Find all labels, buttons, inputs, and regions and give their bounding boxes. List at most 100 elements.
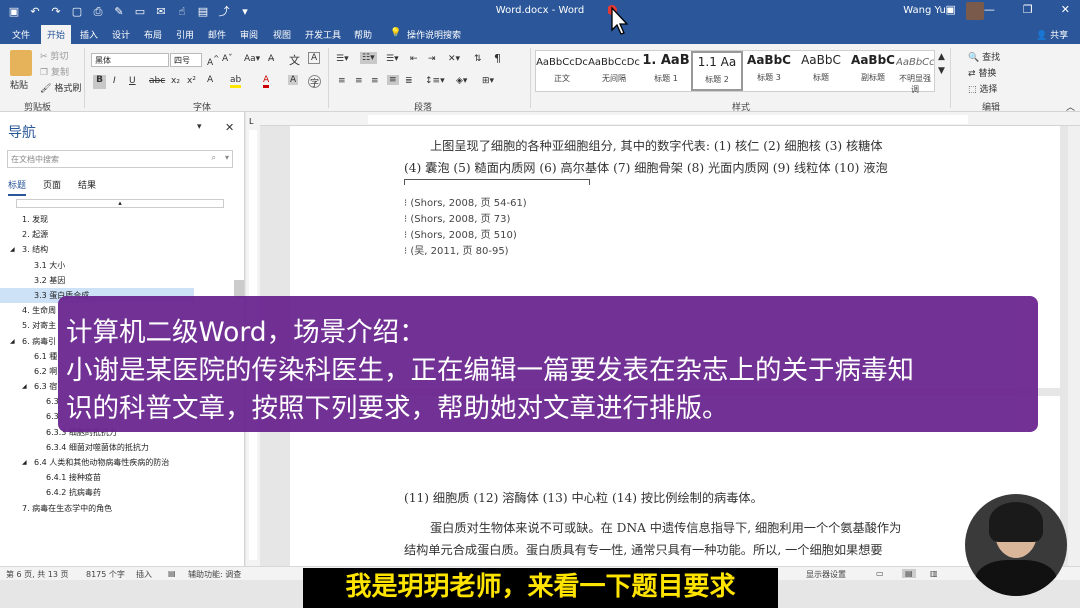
nav-heading-item[interactable]: 2. 起源: [0, 227, 240, 242]
style-heading-2[interactable]: 1.1 Aa 标题 2: [691, 51, 743, 91]
multilevel-list-icon[interactable]: ☰▾: [386, 54, 399, 64]
nav-heading-item[interactable]: 7. 病毒在生态学中的角色: [0, 501, 240, 516]
citation[interactable]: ⁝ (Shors, 2008, 页 54-61): [404, 194, 527, 209]
tab-design[interactable]: 设计: [112, 28, 130, 41]
nav-tab-pages[interactable]: 页面: [43, 178, 61, 196]
font-color-icon[interactable]: A: [263, 75, 270, 88]
line-spacing-icon[interactable]: ↕≡▾: [425, 76, 445, 86]
print-layout-icon[interactable]: ▤: [902, 569, 916, 578]
styles-scroll-down-icon[interactable]: ▼: [938, 66, 945, 76]
font-size-select[interactable]: 四号: [170, 53, 202, 67]
expand-toggle-icon[interactable]: ◢: [10, 334, 15, 349]
strikethrough-button[interactable]: abc: [149, 76, 165, 86]
nav-heading-item[interactable]: 6.4.1 接种疫苗: [0, 470, 240, 485]
borders-icon[interactable]: ⊞▾: [482, 76, 494, 86]
cut-button[interactable]: ✂ 剪切: [40, 49, 68, 62]
close-icon[interactable]: ✕: [1061, 3, 1070, 16]
replace-button[interactable]: ⇄ 替换: [968, 66, 996, 79]
search-icon[interactable]: ⌕: [212, 153, 216, 163]
accessibility-status[interactable]: 辅助功能: 调查: [188, 569, 241, 580]
insert-mode[interactable]: 插入: [136, 569, 152, 580]
style-no-spacing[interactable]: AaBbCcDc 无间隔: [588, 51, 640, 91]
nav-heading-item[interactable]: 6.4.2 抗病毒药: [0, 485, 240, 500]
body-text-line[interactable]: (4) 囊泡 (5) 糙面内质网 (6) 高尔基体 (7) 细胞骨架 (8) 光…: [404, 158, 888, 176]
body-text-line[interactable]: (11) 细胞质 (12) 溶酶体 (13) 中心粒 (14) 按比例绘制的病毒…: [404, 488, 763, 506]
align-right-icon[interactable]: ≡: [371, 76, 379, 86]
paste-button[interactable]: 粘贴: [10, 78, 28, 91]
show-marks-icon[interactable]: ¶: [494, 52, 501, 65]
nav-heading-item[interactable]: 3.2 基因: [0, 273, 240, 288]
macro-icon[interactable]: ▤: [168, 569, 176, 578]
tab-home[interactable]: 开始: [41, 25, 72, 44]
tab-view[interactable]: 视图: [273, 28, 291, 41]
distributed-icon[interactable]: ≣: [405, 76, 413, 86]
select-button[interactable]: ⬚ 选择: [968, 82, 997, 95]
chinese-layout-icon[interactable]: ✕▾: [448, 54, 460, 64]
document-scrollbar[interactable]: [1068, 126, 1080, 566]
tab-references[interactable]: 引用: [176, 28, 194, 41]
style-title[interactable]: AaBbC 标题: [795, 51, 847, 91]
restore-icon[interactable]: ❐: [1023, 3, 1033, 16]
shading-icon[interactable]: ◈▾: [456, 76, 467, 86]
underline-button[interactable]: U: [129, 76, 136, 86]
superscript-button[interactable]: x²: [187, 76, 196, 86]
nav-heading-item[interactable]: 6.3.4 细菌对噬菌体的抵抗力: [0, 440, 240, 455]
char-shading-icon[interactable]: A: [288, 75, 299, 85]
align-left-icon[interactable]: ≡: [338, 76, 346, 86]
shrink-font-icon[interactable]: Aˇ: [222, 54, 233, 64]
subscript-button[interactable]: x₂: [171, 76, 180, 86]
nav-tab-results[interactable]: 结果: [78, 178, 96, 196]
decrease-indent-icon[interactable]: ⇤: [410, 54, 418, 64]
expand-toggle-icon[interactable]: ◢: [22, 455, 27, 470]
italic-button[interactable]: I: [113, 76, 116, 86]
word-count[interactable]: 8175 个字: [86, 569, 125, 580]
style-subtitle[interactable]: AaBbC 副标题: [847, 51, 899, 91]
sort-icon[interactable]: ⇅: [474, 54, 482, 64]
numbering-icon[interactable]: ☷▾: [360, 52, 377, 64]
citation[interactable]: ⁝ (Shors, 2008, 页 73): [404, 210, 510, 225]
clipboard-paste-icon[interactable]: [10, 50, 32, 76]
tab-review[interactable]: 审阅: [240, 28, 258, 41]
bold-button[interactable]: B: [93, 75, 106, 89]
tab-help[interactable]: 帮助: [354, 28, 372, 41]
bullets-icon[interactable]: ☰▾: [336, 54, 349, 64]
style-subtle-emphasis[interactable]: AaBbCcDi 不明显强调: [896, 51, 934, 94]
styles-scroll-up-icon[interactable]: ▲: [938, 52, 945, 62]
minimize-icon[interactable]: —: [984, 3, 995, 16]
change-case-icon[interactable]: Aa▾: [244, 54, 260, 64]
clear-format-icon[interactable]: A̶: [268, 54, 274, 64]
tab-selector-icon[interactable]: L: [249, 117, 253, 126]
page-count[interactable]: 第 6 页, 共 13 页: [6, 569, 69, 580]
nav-heading-item[interactable]: ◢ 3. 结构: [0, 242, 240, 257]
enclose-char-icon[interactable]: 字: [308, 75, 321, 89]
ribbon-display-icon[interactable]: ▣: [946, 3, 956, 16]
nav-close-icon[interactable]: ✕: [225, 121, 234, 134]
justify-icon[interactable]: ≡: [387, 75, 399, 85]
nav-collapse-bar[interactable]: ▴: [16, 199, 224, 208]
share-button[interactable]: 👤 共享: [1036, 28, 1068, 41]
phonetic-guide-icon[interactable]: 文: [289, 52, 300, 68]
expand-toggle-icon[interactable]: ◢: [22, 379, 27, 394]
nav-heading-item[interactable]: ◢ 6.4 人类和其他动物病毒性疾病的防治: [0, 455, 240, 470]
style-heading-1[interactable]: 1. AaB 标题 1: [640, 51, 692, 91]
tab-layout[interactable]: 布局: [144, 28, 162, 41]
body-text-line[interactable]: 上图呈现了细胞的各种亚细胞组分, 其中的数字代表: (1) 核仁 (2) 细胞核…: [430, 136, 883, 154]
citation[interactable]: ⁝ (Shors, 2008, 页 510): [404, 226, 517, 241]
tab-developer[interactable]: 开发工具: [305, 28, 341, 41]
nav-heading-item[interactable]: 3.1 大小: [0, 258, 240, 273]
focus-mode-icon[interactable]: ▭: [876, 569, 884, 578]
tell-me-search[interactable]: 操作说明搜索: [407, 28, 461, 41]
copy-button[interactable]: ❐ 复制: [40, 65, 69, 78]
increase-indent-icon[interactable]: ⇥: [428, 54, 436, 64]
tab-file[interactable]: 文件: [12, 28, 30, 41]
display-settings[interactable]: 显示器设置: [806, 569, 846, 580]
align-center-icon[interactable]: ≡: [355, 76, 363, 86]
char-border-icon[interactable]: A: [308, 52, 321, 64]
style-normal[interactable]: AaBbCcDc 正文: [536, 51, 588, 91]
body-text-line[interactable]: 结构单元合成蛋白质。蛋白质具有专一性, 通常只具有一种功能。所以, 一个细胞如果…: [404, 540, 883, 558]
font-name-select[interactable]: 黑体: [91, 53, 169, 67]
highlight-icon[interactable]: ab: [230, 75, 242, 88]
expand-toggle-icon[interactable]: ◢: [10, 242, 15, 257]
body-text-line[interactable]: 蛋白质对生物体来说不可或缺。在 DNA 中遗传信息指导下, 细胞利用一个个氨基酸…: [430, 518, 901, 536]
nav-heading-item[interactable]: 1. 发现: [0, 212, 240, 227]
